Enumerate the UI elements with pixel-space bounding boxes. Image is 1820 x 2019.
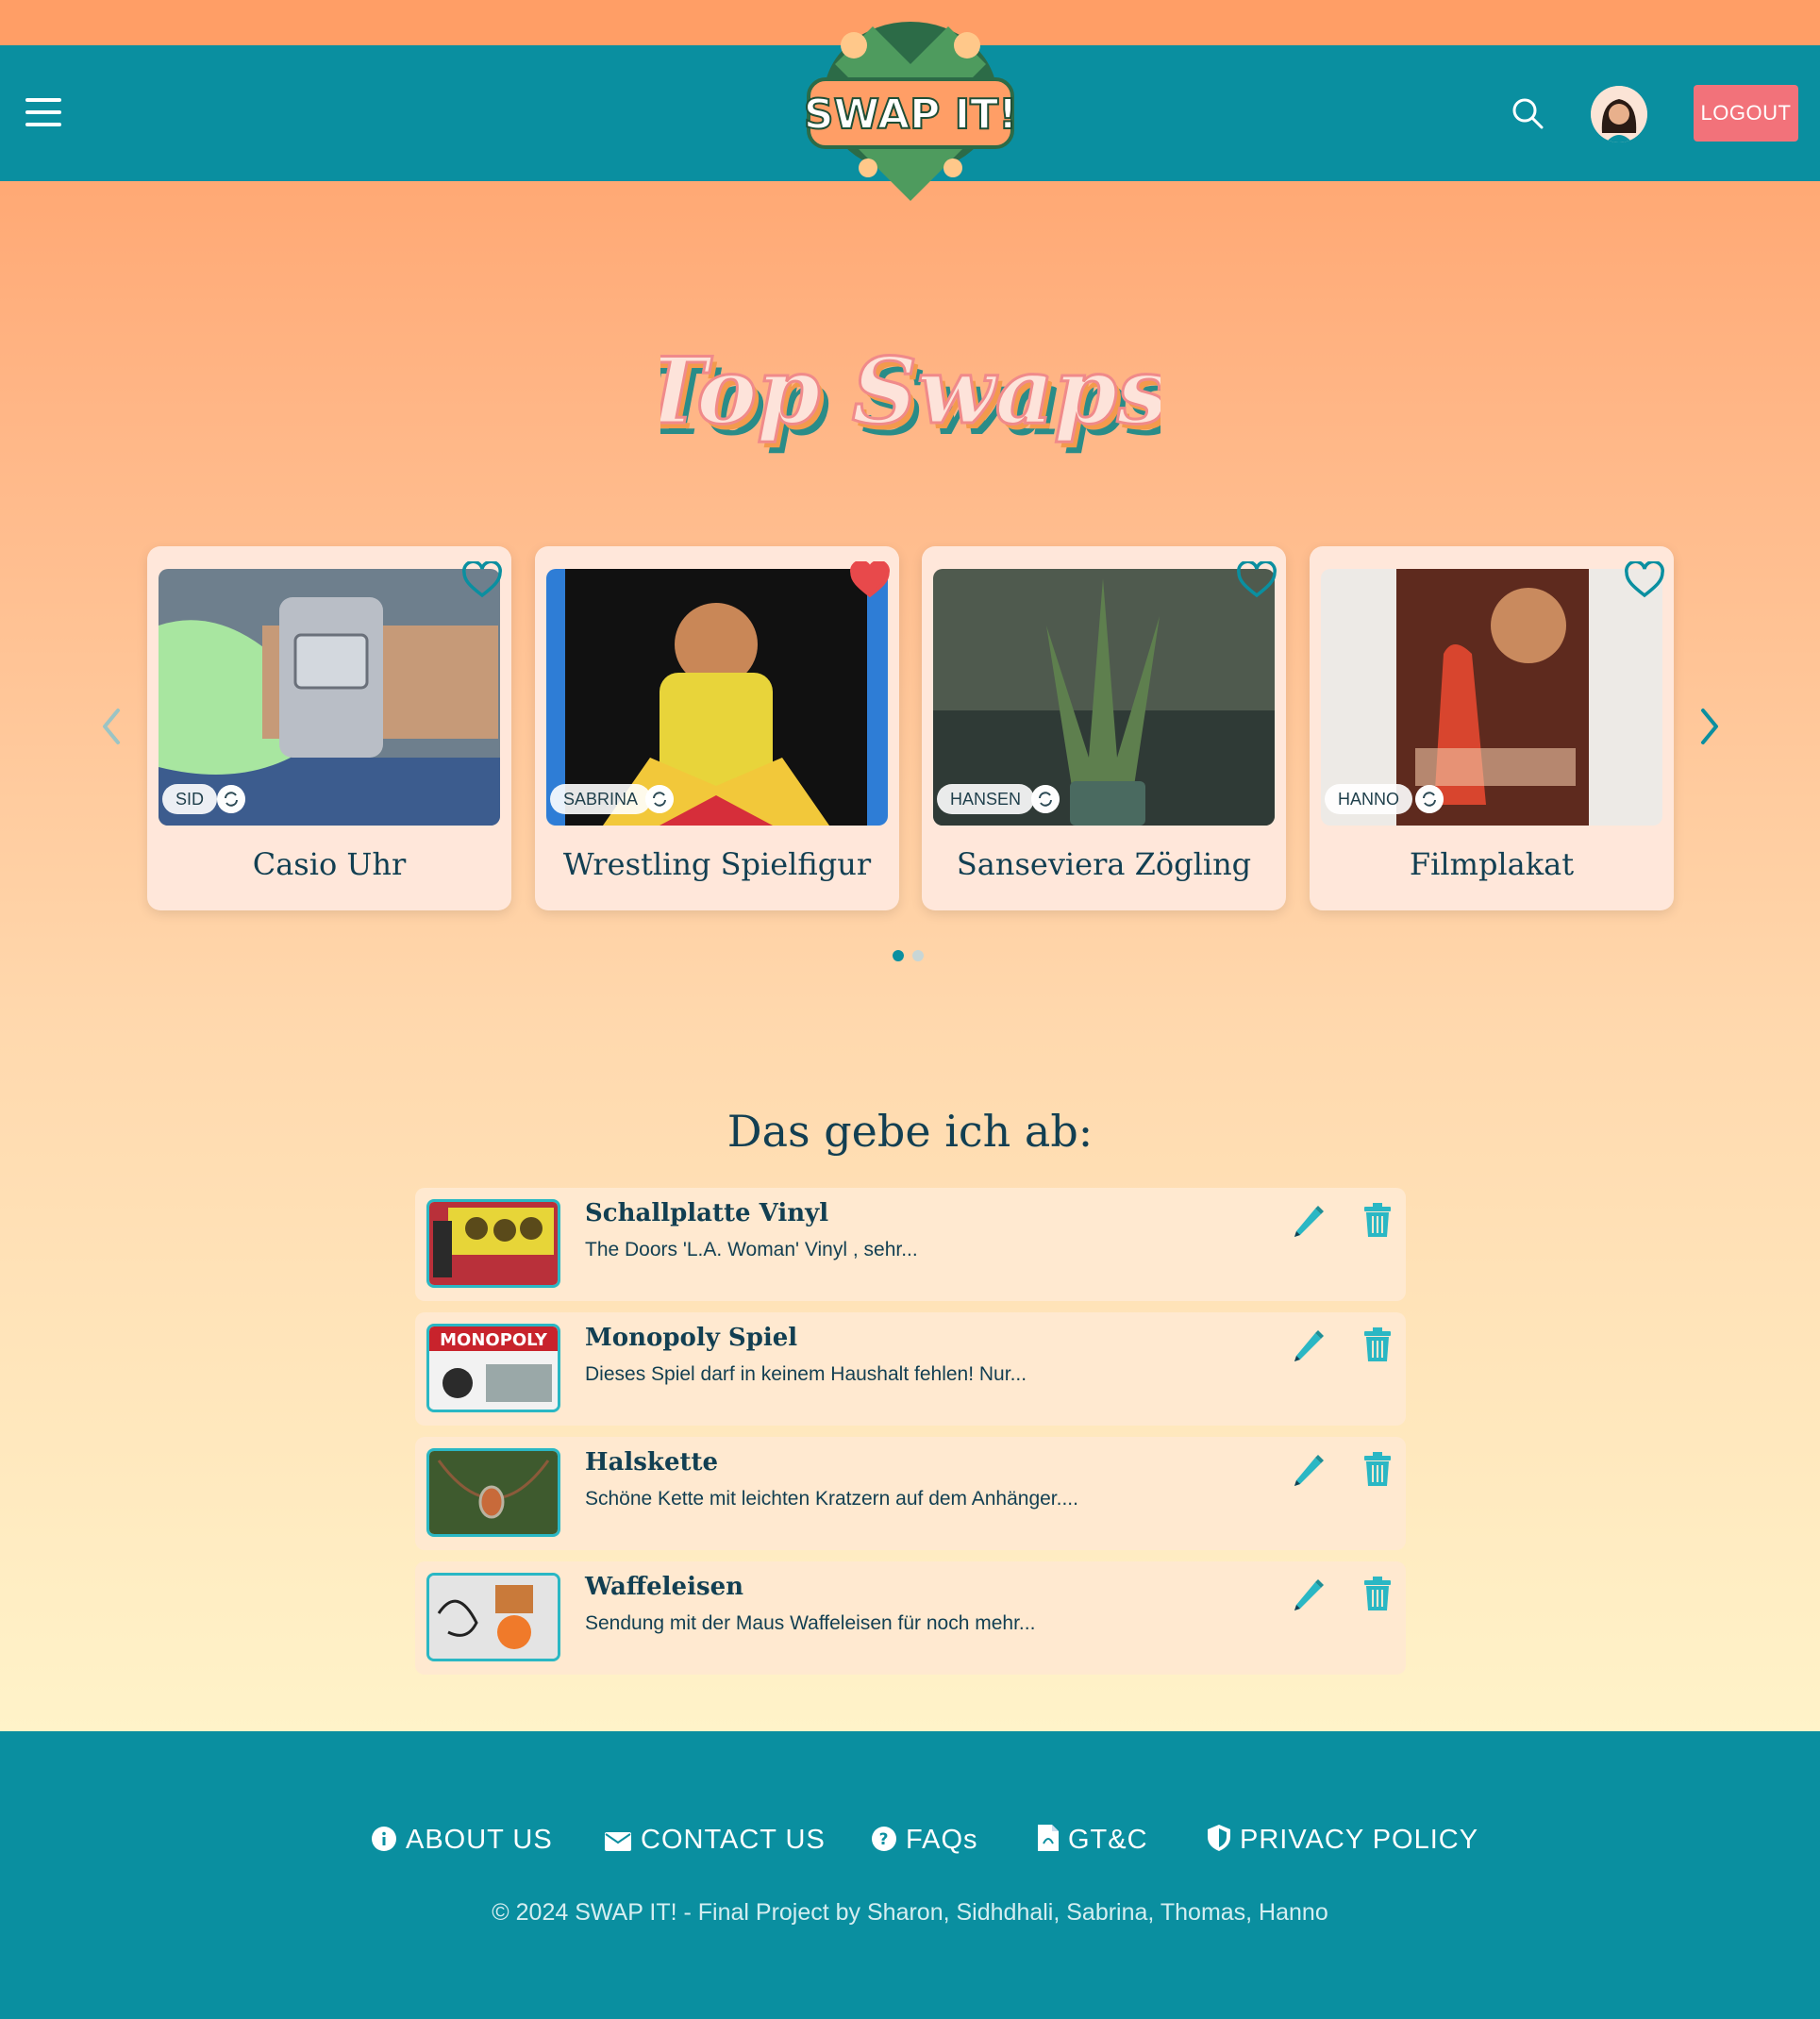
swap-icon[interactable] (1031, 785, 1060, 813)
section-title: Das gebe ich ab: (726, 1106, 1094, 1157)
swap-card[interactable]: SID Casio Uhr (147, 546, 511, 910)
carousel-prev-arrow-icon[interactable] (97, 703, 125, 750)
question-icon: ? (872, 1827, 896, 1851)
owner-badge: HANSEN (937, 784, 1035, 814)
footer-link-gtc[interactable]: GT&C (1038, 1825, 1148, 1862)
edit-pencil-icon[interactable] (1289, 1326, 1327, 1363)
list-item[interactable]: Halskette Schöne Kette mit leichten Krat… (415, 1437, 1406, 1550)
footer-link-faqs[interactable]: ? FAQs (872, 1825, 978, 1862)
item-name: Schallplatte Vinyl (585, 1199, 829, 1227)
card-title: Sanseviera Zögling (956, 846, 1252, 882)
swap-icon[interactable] (645, 785, 674, 813)
card-title: Casio Uhr (252, 846, 407, 882)
swap-icon[interactable] (1415, 785, 1444, 813)
item-thumbnail (426, 1448, 560, 1537)
footer (0, 1731, 1820, 2019)
item-name: Waffeleisen (585, 1573, 744, 1601)
favorite-heart-icon[interactable] (462, 561, 502, 599)
envelope-icon (605, 1832, 631, 1851)
list-item[interactable]: MONOPOLY Monopoly Spiel Dieses Spiel dar… (415, 1312, 1406, 1426)
carousel-pagination (893, 949, 932, 966)
search-icon[interactable] (1511, 96, 1544, 130)
owner-badge: SABRINA (550, 784, 652, 814)
swap-it-logo[interactable]: SWAP IT! (797, 8, 1024, 223)
item-name: Monopoly Spiel (585, 1324, 798, 1352)
swap-card[interactable]: SABRINA Wrestling Spielfigur (535, 546, 899, 910)
copyright-text: © 2024 SWAP IT! - Final Project by Sharo… (492, 1899, 1328, 1926)
item-description: The Doors 'L.A. Woman' Vinyl , sehr... (585, 1239, 918, 1260)
item-thumbnail (426, 1573, 560, 1661)
menu-icon[interactable] (25, 98, 61, 126)
favorite-heart-icon[interactable] (1237, 561, 1277, 599)
list-item[interactable]: Waffeleisen Sendung mit der Maus Waffele… (415, 1561, 1406, 1675)
delete-trash-icon[interactable] (1361, 1326, 1394, 1363)
logout-button[interactable]: LOGOUT (1694, 85, 1798, 142)
footer-link-about-us[interactable]: ABOUT US (372, 1825, 553, 1862)
pdf-file-icon (1038, 1825, 1059, 1851)
logo-text: SWAP IT! (804, 91, 1017, 139)
avatar[interactable] (1591, 86, 1647, 142)
favorite-heart-icon[interactable] (850, 561, 890, 599)
card-title: Wrestling Spielfigur (562, 846, 872, 882)
edit-pencil-icon[interactable] (1289, 1201, 1327, 1239)
edit-pencil-icon[interactable] (1289, 1450, 1327, 1488)
swap-card[interactable]: HANSEN Sanseviera Zögling (922, 546, 1286, 910)
item-description: Sendung mit der Maus Waffeleisen für noc… (585, 1612, 1036, 1634)
swap-card[interactable]: HANNO Filmplakat (1310, 546, 1674, 910)
list-item[interactable]: Schallplatte Vinyl The Doors 'L.A. Woman… (415, 1188, 1406, 1301)
item-thumbnail: MONOPOLY (426, 1324, 560, 1412)
pagination-dot[interactable] (912, 950, 924, 961)
delete-trash-icon[interactable] (1361, 1575, 1394, 1612)
footer-link-privacy-policy[interactable]: PRIVACY POLICY (1208, 1825, 1478, 1862)
svg-text:MONOPOLY: MONOPOLY (440, 1330, 548, 1350)
swap-icon[interactable] (217, 785, 245, 813)
owner-badge: HANNO (1325, 784, 1413, 814)
svg-text:?: ? (879, 1830, 890, 1849)
delete-trash-icon[interactable] (1361, 1201, 1394, 1239)
shield-icon (1208, 1825, 1230, 1851)
hero-title: Top Swaps Top Swaps Top Swaps (638, 311, 1177, 491)
item-description: Schöne Kette mit leichten Kratzern auf d… (585, 1488, 1078, 1510)
info-icon (372, 1827, 396, 1851)
edit-pencil-icon[interactable] (1289, 1575, 1327, 1612)
favorite-heart-icon[interactable] (1625, 561, 1664, 599)
delete-trash-icon[interactable] (1361, 1450, 1394, 1488)
card-title: Filmplakat (1409, 846, 1575, 882)
item-thumbnail (426, 1199, 560, 1288)
carousel-next-arrow-icon[interactable] (1695, 703, 1724, 750)
pagination-dot-active[interactable] (893, 950, 904, 961)
footer-link-contact-us[interactable]: CONTACT US (605, 1825, 826, 1862)
hero-title-text: Top Swaps (660, 338, 1160, 444)
item-name: Halskette (585, 1448, 719, 1477)
item-description: Dieses Spiel darf in keinem Haushalt feh… (585, 1363, 1027, 1385)
owner-badge: SID (162, 784, 218, 814)
